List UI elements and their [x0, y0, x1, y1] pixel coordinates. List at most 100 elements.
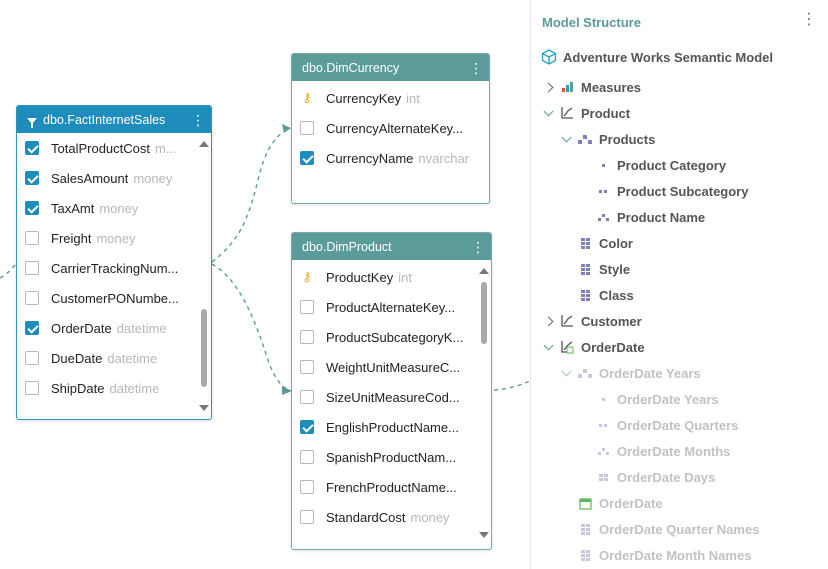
tree-item[interactable]: OrderDate — [559, 490, 663, 516]
tree-item[interactable]: Product Category — [577, 152, 726, 178]
field-row[interactable]: FrenchProductName... — [292, 472, 491, 502]
field-checkbox[interactable] — [300, 330, 314, 344]
tree-item[interactable]: OrderDate Days — [577, 464, 715, 490]
tree-item[interactable]: Product Name — [577, 204, 705, 230]
field-row[interactable]: CurrencyAlternateKey... — [292, 113, 489, 143]
tree-item[interactable]: Style — [559, 256, 630, 282]
chevron-down-icon[interactable] — [541, 106, 555, 120]
panel-menu-icon[interactable]: ⋮ — [801, 12, 817, 28]
field-row[interactable]: ProductSubcategoryK... — [292, 322, 491, 352]
field-row[interactable]: TaxAmt money — [17, 193, 211, 223]
scroll-down-icon[interactable] — [199, 405, 209, 411]
field-row[interactable]: WeightUnitMeasureC... — [292, 352, 491, 382]
field-type: int — [406, 90, 420, 106]
tree-item[interactable]: Customer — [541, 308, 642, 334]
field-row[interactable]: SizeUnitMeasureCod... — [292, 382, 491, 412]
field-row[interactable]: EnglishProductName... — [292, 412, 491, 442]
field-checkbox[interactable] — [25, 351, 39, 365]
field-checkbox[interactable] — [25, 291, 39, 305]
chevron-down-icon[interactable] — [541, 340, 555, 354]
table-dim-product[interactable]: dbo.DimProduct ⋮ ⚷ ProductKey int ProductAl… — [291, 232, 492, 550]
field-list: ⚷ ProductKey int ProductAlternateKey... Prod… — [292, 260, 491, 532]
tree-item[interactable]: OrderDate Months — [577, 438, 730, 464]
field-row[interactable]: CustomerPONumbe... — [17, 283, 211, 313]
more-options-icon[interactable]: ⋮ — [191, 113, 205, 127]
field-checkbox[interactable] — [25, 381, 39, 395]
scrollbar[interactable] — [199, 141, 209, 411]
tree-item[interactable]: OrderDate Years — [577, 386, 719, 412]
tree-item[interactable]: Color — [559, 230, 633, 256]
field-checkbox[interactable] — [300, 480, 314, 494]
table-fact-internet-sales[interactable]: dbo.FactInternetSales ⋮ TotalProductCost… — [16, 105, 212, 420]
field-row[interactable]: OrderDate datetime — [17, 313, 211, 343]
field-type: datetime — [109, 380, 160, 396]
field-row[interactable]: Freight money — [17, 223, 211, 253]
table-header[interactable]: dbo.DimProduct ⋮ — [292, 233, 491, 260]
field-checkbox[interactable] — [300, 450, 314, 464]
more-options-icon[interactable]: ⋮ — [469, 61, 483, 75]
tree-item[interactable]: Product Subcategory — [577, 178, 748, 204]
field-type: nvarchar — [418, 150, 469, 166]
field-checkbox[interactable] — [25, 171, 39, 185]
field-checkbox[interactable] — [300, 121, 314, 135]
field-row[interactable]: DueDate datetime — [17, 343, 211, 373]
field-row[interactable]: ⚷ ProductKey int — [292, 262, 491, 292]
scrollbar[interactable] — [479, 268, 489, 538]
tree-item[interactable]: Class — [559, 282, 634, 308]
tree-item[interactable]: Products — [559, 126, 655, 152]
chevron-down-icon[interactable] — [559, 366, 573, 380]
field-row[interactable]: ProductAlternateKey... — [292, 292, 491, 322]
field-name: OrderDate — [51, 320, 112, 336]
tree-item[interactable]: OrderDate Quarter Names — [559, 516, 759, 542]
table-header[interactable]: dbo.DimCurrency ⋮ — [292, 54, 489, 81]
field-row[interactable]: TotalProductCost m... — [17, 133, 211, 163]
model-root[interactable]: Adventure Works Semantic Model — [541, 44, 773, 70]
chevron-down-icon[interactable] — [559, 132, 573, 146]
field-checkbox[interactable] — [300, 360, 314, 374]
chevron-right-icon[interactable] — [541, 80, 555, 94]
chevron-right-icon[interactable] — [541, 314, 555, 328]
tree-item[interactable]: OrderDate — [541, 334, 645, 360]
tree-item[interactable]: Measures — [541, 74, 641, 100]
tree-item[interactable]: OrderDate Quarters — [577, 412, 738, 438]
field-type: money — [410, 509, 450, 525]
scroll-up-icon[interactable] — [199, 141, 209, 147]
field-row[interactable]: ShipDate datetime — [17, 373, 211, 403]
field-row[interactable]: CurrencyName nvarchar — [292, 143, 489, 173]
scroll-up-icon[interactable] — [479, 268, 489, 274]
field-checkbox[interactable] — [300, 300, 314, 314]
scroll-down-icon[interactable] — [479, 532, 489, 538]
field-checkbox[interactable] — [25, 141, 39, 155]
model-structure-panel: Model Structure ⋮ Adventure Works Semant… — [530, 0, 828, 569]
field-checkbox[interactable] — [25, 231, 39, 245]
field-checkbox[interactable] — [300, 420, 314, 434]
scroll-thumb[interactable] — [481, 282, 487, 344]
field-row[interactable]: CarrierTrackingNum... — [17, 253, 211, 283]
field-checkbox[interactable] — [25, 321, 39, 335]
table-dim-currency[interactable]: dbo.DimCurrency ⋮ ⚷ CurrencyKey int Currenc… — [291, 53, 490, 204]
scroll-thumb[interactable] — [201, 309, 207, 387]
field-name: DueDate — [51, 350, 103, 366]
relationship-line-right — [493, 380, 530, 391]
field-checkbox[interactable] — [25, 201, 39, 215]
field-row[interactable]: StandardCost money — [292, 502, 491, 532]
tree-item[interactable]: Product — [541, 100, 630, 126]
field-row[interactable]: ⚷ CurrencyKey int — [292, 83, 489, 113]
field-name: CustomerPONumbe... — [51, 290, 179, 306]
diagram-canvas[interactable]: dbo.FactInternetSales ⋮ TotalProductCost… — [0, 0, 530, 569]
more-options-icon[interactable]: ⋮ — [471, 240, 485, 254]
field-checkbox[interactable] — [300, 510, 314, 524]
attribute-icon — [577, 547, 593, 563]
tree-item[interactable]: OrderDate Month Names — [559, 542, 751, 568]
field-row[interactable]: SalesAmount money — [17, 163, 211, 193]
field-row[interactable]: SpanishProductNam... — [292, 442, 491, 472]
tree-item[interactable]: OrderDate Years — [559, 360, 701, 386]
field-checkbox[interactable] — [300, 390, 314, 404]
field-checkbox[interactable] — [300, 151, 314, 165]
field-checkbox[interactable] — [25, 261, 39, 275]
table-header[interactable]: dbo.FactInternetSales ⋮ — [17, 106, 211, 133]
table-title: dbo.FactInternetSales — [43, 112, 166, 127]
hierarchy-icon — [577, 365, 593, 381]
